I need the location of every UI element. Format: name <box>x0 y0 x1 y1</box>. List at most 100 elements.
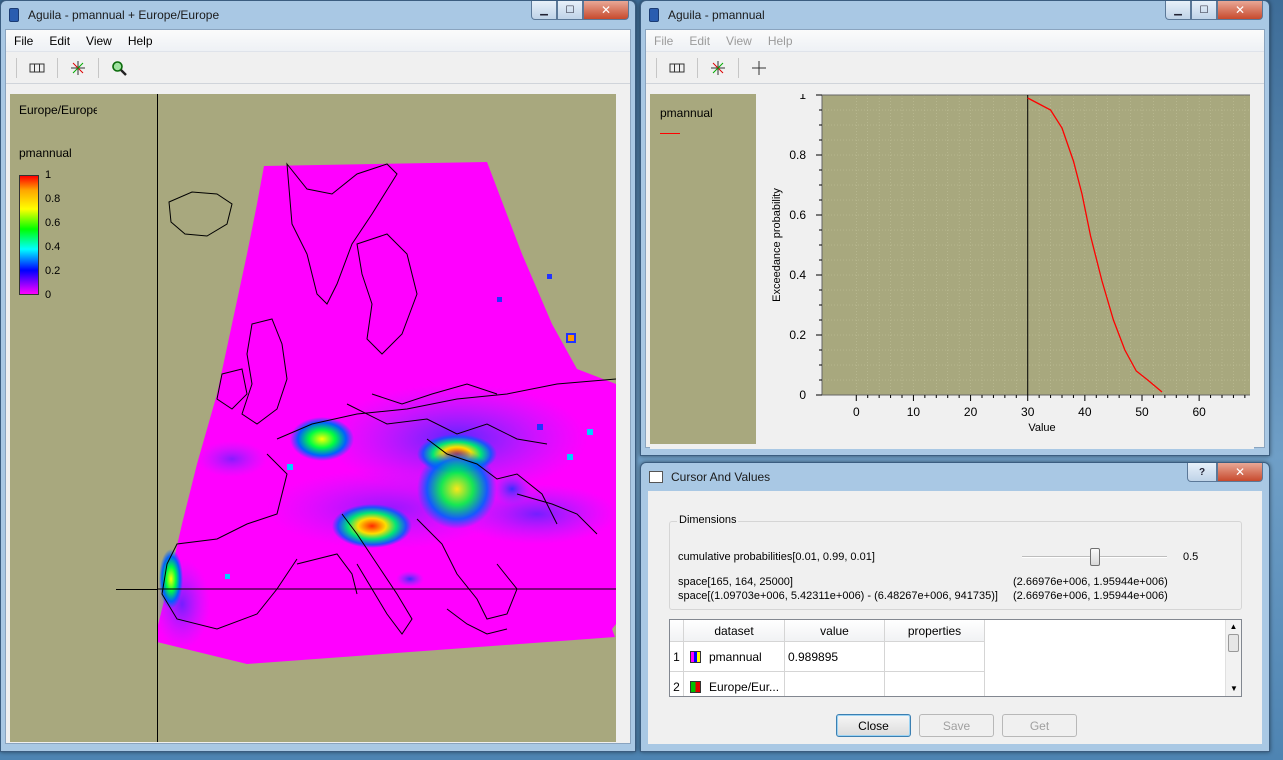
map-canvas[interactable] <box>157 94 616 742</box>
zoom-icon[interactable] <box>107 56 131 80</box>
table-row[interactable]: 1 pmannual 0.989895 <box>670 642 1226 672</box>
plot-legend-panel: pmannual <box>650 94 756 444</box>
menu-edit[interactable]: Edit <box>681 34 718 48</box>
maximize-button[interactable]: ☐ <box>557 1 583 20</box>
toolbar-separator <box>98 57 99 78</box>
slider-value: 0.5 <box>1183 551 1199 563</box>
toolbar-grip <box>16 57 17 78</box>
legend-tick-label: 1 <box>45 169 52 181</box>
app-icon <box>9 8 19 22</box>
plot-legend-line <box>660 133 680 134</box>
value-cell[interactable] <box>785 672 885 696</box>
y-tick-label: 0 <box>799 388 806 402</box>
menu-view[interactable]: View <box>718 34 760 48</box>
legend-colorbar <box>19 175 39 295</box>
row-header: 1 <box>670 642 684 672</box>
close-button[interactable]: ✕ <box>1217 1 1263 20</box>
map-window: Aguila - pmannual + Europe/Europe ▁ ☐ ✕ … <box>0 0 636 752</box>
minimize-button[interactable]: ▁ <box>1165 1 1191 20</box>
legend-tick-label: 0.2 <box>45 265 61 277</box>
legend-tick-label: 0 <box>45 289 52 301</box>
vector-dataset-icon <box>690 681 701 693</box>
y-tick-label: 0.8 <box>789 148 806 162</box>
legend-tick-label: 0.4 <box>45 241 61 253</box>
legend-attribute-name: pmannual <box>19 146 72 160</box>
x-tick-label: 10 <box>907 405 921 419</box>
scroll-down-arrow[interactable]: ▼ <box>1226 682 1241 696</box>
plot-window-client: File Edit View Help pmannual 0 10 20 30 … <box>645 29 1265 449</box>
plot-legend-series-name: pmannual <box>660 106 713 120</box>
y-tick-label: 0.2 <box>789 328 806 342</box>
properties-cell[interactable] <box>885 672 985 696</box>
columns-icon[interactable] <box>25 56 49 80</box>
columns-icon[interactable] <box>665 56 689 80</box>
dataset-cell[interactable]: Europe/Eur... <box>684 672 785 696</box>
minimize-button[interactable]: ▁ <box>531 1 557 20</box>
properties-cell[interactable] <box>885 642 985 672</box>
scroll-thumb[interactable] <box>1228 634 1239 652</box>
menubar: File Edit View Help <box>646 30 1264 52</box>
value-cell[interactable]: 0.989895 <box>785 642 885 672</box>
map-legend-panel: Europe/Europe pmannual 1 0.8 0.6 0.4 0.2 0 <box>10 94 157 742</box>
cursor-values-window: Cursor And Values ? ✕ Dimensions cumulat… <box>640 462 1270 752</box>
menu-edit[interactable]: Edit <box>41 34 78 48</box>
x-tick-label: 0 <box>853 405 860 419</box>
x-tick-label: 50 <box>1135 405 1149 419</box>
values-table[interactable]: dataset value properties 1 pmannual 0.98… <box>669 619 1242 697</box>
row-header: 2 <box>670 672 684 696</box>
x-axis-label: Value <box>1028 422 1055 434</box>
dimensions-title: Dimensions <box>677 514 739 526</box>
table-row[interactable]: 2 Europe/Eur... <box>670 672 1226 696</box>
close-dialog-button[interactable]: Close <box>836 714 911 737</box>
save-button[interactable]: Save <box>919 714 994 737</box>
x-tick-label: 60 <box>1192 405 1206 419</box>
cursor-cross-icon[interactable] <box>66 56 90 80</box>
maximize-button[interactable]: ☐ <box>1191 1 1217 20</box>
exceedance-chart[interactable]: 01020304050607000.20.40.60.81ValueExceed… <box>760 94 1250 449</box>
menu-file[interactable]: File <box>6 34 41 48</box>
crosshair-icon[interactable] <box>747 56 771 80</box>
probability-slider[interactable] <box>1022 548 1167 566</box>
legend-tick-label: 0.6 <box>45 217 61 229</box>
app-icon <box>649 8 659 22</box>
help-button[interactable]: ? <box>1187 463 1217 482</box>
menubar: File Edit View Help <box>6 30 630 52</box>
column-header-properties[interactable]: properties <box>885 620 985 642</box>
x-tick-label: 40 <box>1078 405 1092 419</box>
y-tick-label: 0.4 <box>789 268 806 282</box>
toolbar <box>646 52 1264 84</box>
menu-help[interactable]: Help <box>120 34 161 48</box>
space-label-2: space[(1.09703e+006, 5.42311e+006) - (6.… <box>678 590 998 602</box>
slider-thumb[interactable] <box>1089 548 1100 566</box>
column-header-value[interactable]: value <box>785 620 885 642</box>
cursor-values-client: Dimensions cumulative probabilities[0.01… <box>648 491 1262 744</box>
cursor-vertical-line <box>157 94 158 742</box>
map-raster <box>157 94 616 742</box>
x-tick-label: 20 <box>964 405 978 419</box>
close-button[interactable]: ✕ <box>1217 463 1263 482</box>
dataset-name: pmannual <box>709 649 762 664</box>
plot-area: pmannual 01020304050607000.20.40.60.81Va… <box>650 94 1254 449</box>
column-header-dataset[interactable]: dataset <box>684 620 785 642</box>
table-scrollbar[interactable]: ▲ ▼ <box>1225 620 1241 696</box>
close-button[interactable]: ✕ <box>583 1 629 20</box>
map-window-client: File Edit View Help Europe/Europe pmannu… <box>5 29 631 744</box>
menu-file[interactable]: File <box>646 34 681 48</box>
dialog-icon <box>649 471 663 483</box>
toolbar-separator <box>738 57 739 78</box>
map-view: Europe/Europe pmannual 1 0.8 0.6 0.4 0.2 0 <box>10 94 616 742</box>
cursor-cross-icon[interactable] <box>706 56 730 80</box>
cursor-values-titlebar[interactable]: Cursor And Values <box>641 463 1269 491</box>
menu-view[interactable]: View <box>78 34 120 48</box>
dataset-cell[interactable]: pmannual <box>684 642 785 672</box>
map-window-title: Aguila - pmannual + Europe/Europe <box>28 8 220 22</box>
menu-help[interactable]: Help <box>760 34 801 48</box>
plot-window-title: Aguila - pmannual <box>668 8 765 22</box>
slider-label: cumulative probabilities[0.01, 0.99, 0.0… <box>678 551 875 563</box>
space-label-1: space[165, 164, 25000] <box>678 576 793 588</box>
toolbar-grip <box>656 57 657 78</box>
dimensions-group: Dimensions cumulative probabilities[0.01… <box>669 514 1242 610</box>
legend-tick-label: 0.8 <box>45 193 61 205</box>
scroll-up-arrow[interactable]: ▲ <box>1226 620 1241 634</box>
get-button[interactable]: Get <box>1002 714 1077 737</box>
